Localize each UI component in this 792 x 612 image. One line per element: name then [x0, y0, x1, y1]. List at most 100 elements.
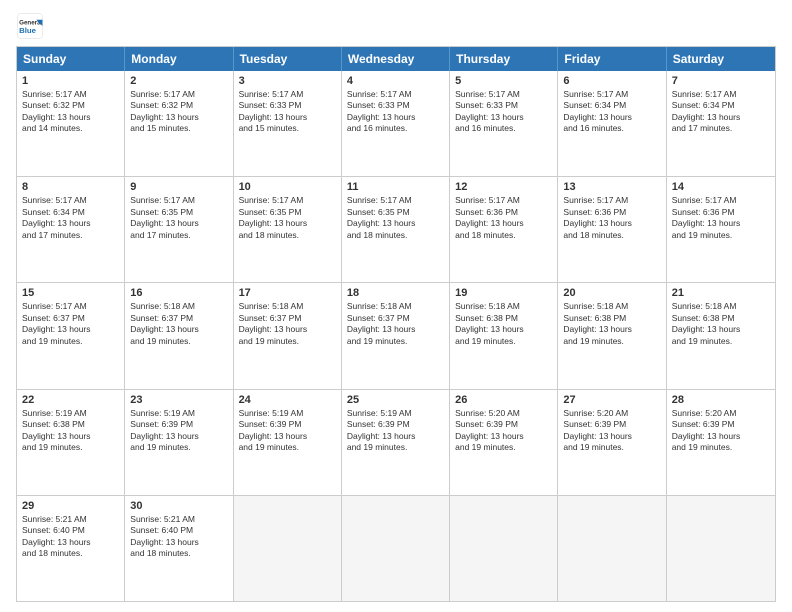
- cell-info: Sunrise: 5:17 AMSunset: 6:36 PMDaylight:…: [563, 195, 660, 241]
- calendar-cell: 19 Sunrise: 5:18 AMSunset: 6:38 PMDayligh…: [450, 283, 558, 388]
- cell-day-number: 28: [672, 394, 770, 406]
- calendar-cell: 16 Sunrise: 5:18 AMSunset: 6:37 PMDayligh…: [125, 283, 233, 388]
- cell-day-number: 15: [22, 287, 119, 299]
- calendar-cell: 5 Sunrise: 5:17 AMSunset: 6:33 PMDaylight…: [450, 71, 558, 176]
- cell-day-number: 7: [672, 75, 770, 87]
- header-day-tuesday: Tuesday: [234, 47, 342, 71]
- cell-info: Sunrise: 5:17 AMSunset: 6:33 PMDaylight:…: [347, 89, 444, 135]
- cell-day-number: 20: [563, 287, 660, 299]
- calendar-cell: 24 Sunrise: 5:19 AMSunset: 6:39 PMDayligh…: [234, 390, 342, 495]
- cell-day-number: 2: [130, 75, 227, 87]
- calendar-cell: 2Sunrise: 5:17 AMSunset: 6:32 PMDaylight…: [125, 71, 233, 176]
- calendar-row-3: 15 Sunrise: 5:17 AMSunset: 6:37 PMDayligh…: [17, 283, 775, 389]
- calendar-cell: 9 Sunrise: 5:17 AMSunset: 6:35 PMDaylight…: [125, 177, 233, 282]
- calendar-header: SundayMondayTuesdayWednesdayThursdayFrid…: [17, 47, 775, 71]
- cell-day-number: 1: [22, 75, 119, 87]
- cell-day-number: 13: [563, 181, 660, 193]
- cell-day-number: 19: [455, 287, 552, 299]
- calendar-cell: 12Sunrise: 5:17 AMSunset: 6:36 PMDayligh…: [450, 177, 558, 282]
- cell-info: Sunrise: 5:18 AMSunset: 6:38 PMDaylight:…: [672, 301, 770, 347]
- calendar-cell: 1 Sunrise: 5:17 AMSunset: 6:32 PMDaylight…: [17, 71, 125, 176]
- cell-day-number: 25: [347, 394, 444, 406]
- cell-info: Sunrise: 5:17 AMSunset: 6:35 PMDaylight:…: [347, 195, 444, 241]
- cell-day-number: 8: [22, 181, 119, 193]
- cell-info: Sunrise: 5:17 AMSunset: 6:33 PMDaylight:…: [455, 89, 552, 135]
- page: General Blue SundayMondayTuesdayWednesda…: [0, 0, 792, 612]
- calendar-cell: [667, 496, 775, 601]
- calendar-cell: 10 Sunrise: 5:17 AMSunset: 6:35 PMDayligh…: [234, 177, 342, 282]
- calendar-cell: 26Sunrise: 5:20 AMSunset: 6:39 PMDayligh…: [450, 390, 558, 495]
- calendar-cell: 4 Sunrise: 5:17 AMSunset: 6:33 PMDaylight…: [342, 71, 450, 176]
- calendar-cell: [342, 496, 450, 601]
- cell-info: Sunrise: 5:17 AMSunset: 6:36 PMDaylight:…: [672, 195, 770, 241]
- calendar-cell: 11Sunrise: 5:17 AMSunset: 6:35 PMDayligh…: [342, 177, 450, 282]
- cell-info: Sunrise: 5:19 AMSunset: 6:38 PMDaylight:…: [22, 408, 119, 454]
- calendar-cell: 15 Sunrise: 5:17 AMSunset: 6:37 PMDayligh…: [17, 283, 125, 388]
- cell-day-number: 29: [22, 500, 119, 512]
- cell-day-number: 5: [455, 75, 552, 87]
- header-day-monday: Monday: [125, 47, 233, 71]
- cell-info: Sunrise: 5:17 AMSunset: 6:35 PMDaylight:…: [130, 195, 227, 241]
- calendar-row-1: 1 Sunrise: 5:17 AMSunset: 6:32 PMDaylight…: [17, 71, 775, 177]
- cell-day-number: 17: [239, 287, 336, 299]
- cell-day-number: 18: [347, 287, 444, 299]
- calendar-body: 1 Sunrise: 5:17 AMSunset: 6:32 PMDaylight…: [17, 71, 775, 601]
- cell-day-number: 10: [239, 181, 336, 193]
- header-day-thursday: Thursday: [450, 47, 558, 71]
- calendar-cell: 6Sunrise: 5:17 AMSunset: 6:34 PMDaylight…: [558, 71, 666, 176]
- cell-day-number: 27: [563, 394, 660, 406]
- cell-info: Sunrise: 5:17 AMSunset: 6:34 PMDaylight:…: [672, 89, 770, 135]
- logo: General Blue: [16, 12, 44, 40]
- calendar-cell: 14 Sunrise: 5:17 AMSunset: 6:36 PMDayligh…: [667, 177, 775, 282]
- calendar-cell: 13 Sunrise: 5:17 AMSunset: 6:36 PMDayligh…: [558, 177, 666, 282]
- header-day-friday: Friday: [558, 47, 666, 71]
- cell-info: Sunrise: 5:18 AMSunset: 6:37 PMDaylight:…: [130, 301, 227, 347]
- cell-info: Sunrise: 5:20 AMSunset: 6:39 PMDaylight:…: [563, 408, 660, 454]
- calendar-cell: 25 Sunrise: 5:19 AMSunset: 6:39 PMDayligh…: [342, 390, 450, 495]
- cell-day-number: 6: [563, 75, 660, 87]
- calendar-cell: 3 Sunrise: 5:17 AMSunset: 6:33 PMDaylight…: [234, 71, 342, 176]
- calendar-cell: 28 Sunrise: 5:20 AMSunset: 6:39 PMDayligh…: [667, 390, 775, 495]
- cell-info: Sunrise: 5:20 AMSunset: 6:39 PMDaylight:…: [455, 408, 552, 454]
- cell-day-number: 23: [130, 394, 227, 406]
- calendar-cell: 29 Sunrise: 5:21 AMSunset: 6:40 PMDayligh…: [17, 496, 125, 601]
- cell-info: Sunrise: 5:17 AMSunset: 6:35 PMDaylight:…: [239, 195, 336, 241]
- cell-info: Sunrise: 5:21 AMSunset: 6:40 PMDaylight:…: [22, 514, 119, 560]
- calendar-cell: 22 Sunrise: 5:19 AMSunset: 6:38 PMDayligh…: [17, 390, 125, 495]
- calendar-cell: 27 Sunrise: 5:20 AMSunset: 6:39 PMDayligh…: [558, 390, 666, 495]
- cell-day-number: 21: [672, 287, 770, 299]
- calendar-cell: 21 Sunrise: 5:18 AMSunset: 6:38 PMDayligh…: [667, 283, 775, 388]
- cell-info: Sunrise: 5:19 AMSunset: 6:39 PMDaylight:…: [347, 408, 444, 454]
- cell-day-number: 4: [347, 75, 444, 87]
- cell-info: Sunrise: 5:19 AMSunset: 6:39 PMDaylight:…: [239, 408, 336, 454]
- calendar-cell: 23 Sunrise: 5:19 AMSunset: 6:39 PMDayligh…: [125, 390, 233, 495]
- cell-info: Sunrise: 5:17 AMSunset: 6:36 PMDaylight:…: [455, 195, 552, 241]
- calendar-cell: 17Sunrise: 5:18 AMSunset: 6:37 PMDayligh…: [234, 283, 342, 388]
- cell-info: Sunrise: 5:17 AMSunset: 6:37 PMDaylight:…: [22, 301, 119, 347]
- header: General Blue: [16, 12, 776, 40]
- cell-info: Sunrise: 5:18 AMSunset: 6:38 PMDaylight:…: [563, 301, 660, 347]
- calendar-cell: [450, 496, 558, 601]
- header-day-sunday: Sunday: [17, 47, 125, 71]
- cell-info: Sunrise: 5:21 AMSunset: 6:40 PMDaylight:…: [130, 514, 227, 560]
- cell-info: Sunrise: 5:18 AMSunset: 6:37 PMDaylight:…: [347, 301, 444, 347]
- cell-info: Sunrise: 5:19 AMSunset: 6:39 PMDaylight:…: [130, 408, 227, 454]
- cell-day-number: 16: [130, 287, 227, 299]
- cell-info: Sunrise: 5:18 AMSunset: 6:38 PMDaylight:…: [455, 301, 552, 347]
- cell-info: Sunrise: 5:17 AMSunset: 6:33 PMDaylight:…: [239, 89, 336, 135]
- cell-day-number: 9: [130, 181, 227, 193]
- cell-info: Sunrise: 5:17 AMSunset: 6:34 PMDaylight:…: [22, 195, 119, 241]
- calendar-cell: 7 Sunrise: 5:17 AMSunset: 6:34 PMDaylight…: [667, 71, 775, 176]
- header-day-wednesday: Wednesday: [342, 47, 450, 71]
- cell-day-number: 14: [672, 181, 770, 193]
- cell-day-number: 3: [239, 75, 336, 87]
- cell-info: Sunrise: 5:20 AMSunset: 6:39 PMDaylight:…: [672, 408, 770, 454]
- calendar-row-5: 29 Sunrise: 5:21 AMSunset: 6:40 PMDayligh…: [17, 496, 775, 601]
- calendar-cell: [234, 496, 342, 601]
- cell-info: Sunrise: 5:17 AMSunset: 6:32 PMDaylight:…: [22, 89, 119, 135]
- calendar-row-4: 22 Sunrise: 5:19 AMSunset: 6:38 PMDayligh…: [17, 390, 775, 496]
- svg-text:Blue: Blue: [19, 26, 37, 35]
- cell-day-number: 30: [130, 500, 227, 512]
- cell-day-number: 24: [239, 394, 336, 406]
- cell-day-number: 22: [22, 394, 119, 406]
